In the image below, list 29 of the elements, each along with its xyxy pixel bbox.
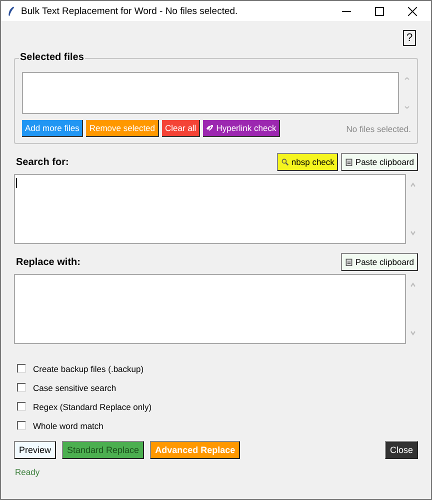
checkbox[interactable] [17, 402, 26, 411]
search-icon [281, 158, 290, 166]
clipboard-icon [345, 158, 354, 166]
file-button[interactable]: Hyperlink check [203, 120, 280, 137]
window-title: Bulk Text Replacement for Word - No files selected. [21, 6, 239, 16]
option-label: Case sensitive search [33, 382, 116, 392]
file-button[interactable]: Clear all [162, 120, 200, 137]
checkbox[interactable] [17, 364, 26, 373]
replace-label: Replace with: [16, 256, 80, 268]
option-label: Whole word match [33, 420, 104, 430]
maximize-icon[interactable] [375, 6, 384, 16]
group-title: Selected files [19, 52, 85, 63]
clipboard-icon [345, 258, 354, 266]
search-tool-button[interactable]: Paste clipboard [341, 153, 418, 171]
search-label: Search for: [16, 156, 69, 168]
close-icon[interactable] [408, 6, 417, 16]
scrollbar-drawing [403, 75, 411, 111]
files-status: No files selected. [346, 124, 411, 134]
action-button[interactable]: Preview [14, 441, 56, 459]
search-tool-button[interactable]: nbsp check [277, 153, 338, 171]
status-text: Ready [15, 467, 40, 477]
checkbox[interactable] [17, 383, 26, 392]
option-label: Create backup files (.backup) [33, 364, 144, 374]
option-label: Regex (Standard Replace only) [33, 402, 152, 412]
checkbox[interactable] [17, 421, 26, 430]
feather-icon [7, 6, 15, 16]
close-button[interactable]: Close [384, 441, 418, 459]
help-button[interactable]: ? [403, 30, 416, 46]
replace-tool-button[interactable]: Paste clipboard [341, 253, 418, 271]
